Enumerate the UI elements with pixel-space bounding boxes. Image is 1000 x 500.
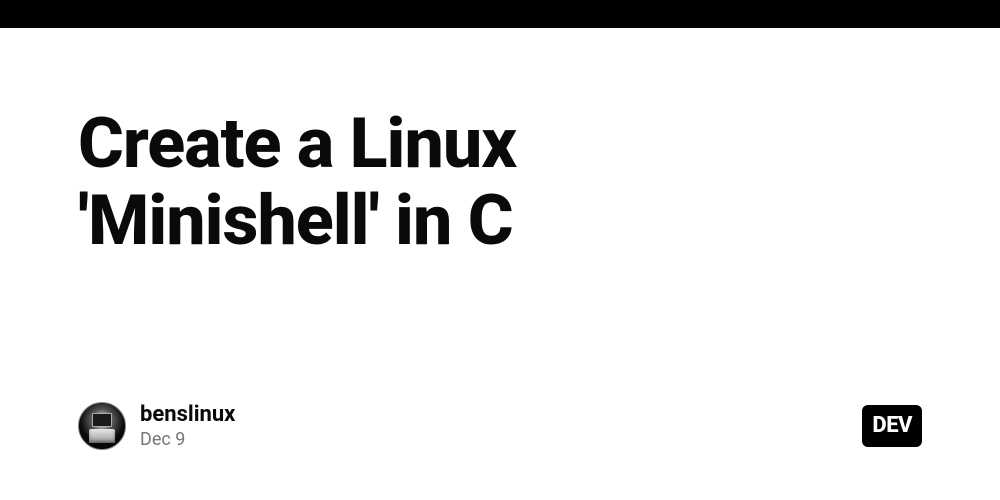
publish-date: Dec 9 bbox=[140, 429, 235, 450]
article-title: Create a Linux 'Minishell' in C bbox=[78, 106, 778, 260]
author-block[interactable]: benslinux Dec 9 bbox=[78, 402, 235, 450]
author-username[interactable]: benslinux bbox=[140, 402, 235, 427]
top-bar bbox=[0, 0, 1000, 28]
footer: benslinux Dec 9 DEV bbox=[78, 402, 922, 450]
dev-badge[interactable]: DEV bbox=[862, 405, 922, 447]
author-info: benslinux Dec 9 bbox=[140, 402, 235, 450]
avatar[interactable] bbox=[78, 402, 126, 450]
content-area: Create a Linux 'Minishell' in C benslinu… bbox=[0, 28, 1000, 500]
